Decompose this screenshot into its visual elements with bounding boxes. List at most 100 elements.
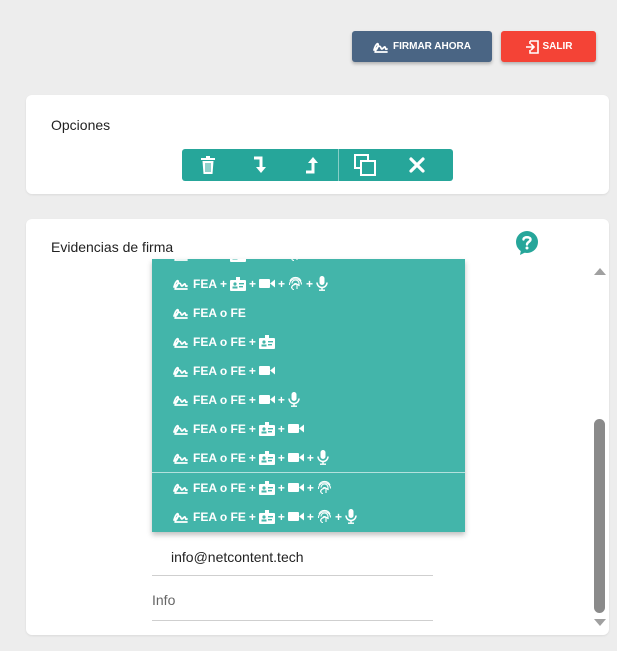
- exit-button[interactable]: SALIR: [501, 31, 596, 62]
- fingerprint-icon: [317, 480, 332, 495]
- evidence-option[interactable]: FEA o FE + + +: [152, 443, 465, 472]
- evidence-option[interactable]: FEA o FE: [152, 298, 465, 327]
- signature-icon: [173, 259, 189, 261]
- plus-separator: +: [277, 450, 285, 465]
- evidence-option-label: FEA o FE: [193, 392, 246, 407]
- plus-separator: +: [248, 363, 256, 378]
- plus-separator: +: [220, 259, 227, 262]
- plus-separator: +: [277, 392, 285, 407]
- plus-separator: +: [306, 450, 314, 465]
- video-icon: [259, 278, 276, 289]
- signature-icon: [173, 452, 189, 464]
- evidence-option[interactable]: FEA o FE +: [152, 356, 465, 385]
- signature-icon: [173, 394, 189, 406]
- video-icon: [287, 423, 304, 434]
- evidence-option-label: FEA o FE: [193, 305, 246, 320]
- video-icon: [287, 482, 304, 493]
- evidence-option[interactable]: FEA o FE +: [152, 327, 465, 356]
- signature-icon: [173, 307, 189, 319]
- info-placeholder: Info: [152, 592, 176, 608]
- signature-icon: [173, 482, 189, 494]
- plus-separator: +: [306, 509, 314, 524]
- video-icon: [287, 452, 304, 463]
- scrollbar-thumb[interactable]: [594, 419, 605, 613]
- email-value: info@netcontent.tech: [171, 549, 304, 565]
- evidence-option-label: FEA o FE: [193, 334, 246, 349]
- plus-separator: +: [277, 509, 285, 524]
- mic-icon: [317, 450, 329, 465]
- plus-separator: +: [306, 276, 314, 291]
- exit-label: SALIR: [542, 41, 573, 52]
- video-icon: [259, 259, 275, 260]
- exit-icon: [525, 39, 539, 54]
- plus-separator: +: [278, 259, 285, 262]
- mic-icon: [345, 509, 357, 524]
- plus-separator: +: [248, 509, 256, 524]
- move-up-button[interactable]: [286, 149, 338, 181]
- id-card-icon: [258, 509, 275, 524]
- plus-separator: +: [334, 509, 342, 524]
- signature-icon: [173, 278, 189, 290]
- info-field[interactable]: Info: [152, 584, 433, 621]
- evidence-option[interactable]: FEA o FE + + + +: [152, 502, 465, 531]
- scroll-down-arrow-icon[interactable]: [594, 619, 606, 626]
- fingerprint-icon: [317, 509, 332, 524]
- email-field[interactable]: info@netcontent.tech: [152, 541, 433, 576]
- signature-icon: [173, 336, 189, 348]
- close-button[interactable]: [391, 149, 443, 181]
- plus-separator: +: [278, 276, 286, 291]
- evidence-option[interactable]: FEA + + + +: [152, 269, 465, 298]
- fingerprint-icon: [288, 259, 303, 262]
- fingerprint-icon: [288, 276, 303, 291]
- evidence-options-list: FEA+++FEA++++FEA o FEFEA o FE+FEA o FE+F…: [152, 259, 465, 531]
- scroll-up-arrow-icon[interactable]: [594, 268, 606, 275]
- plus-separator: +: [248, 480, 256, 495]
- sign-now-button[interactable]: FIRMAR AHORA: [352, 31, 492, 62]
- plus-separator: +: [277, 480, 285, 495]
- move-down-button[interactable]: [234, 149, 286, 181]
- plus-separator: +: [248, 421, 256, 436]
- video-icon: [287, 511, 304, 522]
- evidence-option-label: FEA o FE: [193, 363, 246, 378]
- signature-icon: [173, 365, 189, 377]
- signature-icon: [373, 41, 389, 53]
- sign-now-label: FIRMAR AHORA: [393, 41, 471, 52]
- evidence-title: Evidencias de firma: [51, 239, 174, 255]
- evidence-option-label: FEA o FE: [193, 480, 246, 495]
- video-icon: [258, 365, 275, 376]
- plus-separator: +: [248, 392, 256, 407]
- close-icon: [409, 157, 425, 173]
- options-title: Opciones: [51, 117, 111, 133]
- signature-icon: [173, 511, 189, 523]
- evidence-option-label: FEA o FE: [193, 509, 246, 524]
- mic-icon: [316, 276, 328, 291]
- evidence-option-label: FEA o FE: [193, 450, 246, 465]
- video-icon: [258, 394, 275, 405]
- evidence-option-label: FEA o FE: [193, 421, 246, 436]
- evidence-option[interactable]: FEA o FE + + +: [152, 472, 465, 502]
- id-card-icon: [230, 276, 247, 291]
- help-icon[interactable]: [515, 231, 539, 255]
- evidence-option[interactable]: FEA o FE + +: [152, 414, 465, 443]
- mic-icon: [288, 392, 300, 407]
- evidence-dropdown-menu: FEA+++FEA++++FEA o FEFEA o FE+FEA o FE+F…: [152, 259, 465, 532]
- plus-separator: +: [249, 259, 256, 262]
- evidence-option-label: FEA: [193, 276, 217, 291]
- id-card-icon: [258, 450, 275, 465]
- copy-icon: [354, 154, 376, 176]
- plus-separator: +: [220, 276, 228, 291]
- options-toolbar: [182, 149, 453, 181]
- evidence-option[interactable]: FEA+++: [152, 259, 465, 269]
- copy-button[interactable]: [339, 149, 391, 181]
- arrow-up-turn-icon: [305, 156, 319, 174]
- page-scrollbar[interactable]: [590, 265, 609, 631]
- evidence-option[interactable]: FEA o FE + +: [152, 385, 465, 414]
- evidence-card: Evidencias de firma FEA+++FEA++++FEA o F…: [26, 219, 609, 635]
- id-card-icon: [258, 334, 275, 349]
- delete-button[interactable]: [182, 149, 234, 181]
- options-card: Opciones: [26, 95, 609, 194]
- id-card-icon: [230, 259, 247, 262]
- plus-separator: +: [249, 276, 257, 291]
- evidence-option-label: FEA: [193, 259, 217, 262]
- signature-icon: [173, 423, 189, 435]
